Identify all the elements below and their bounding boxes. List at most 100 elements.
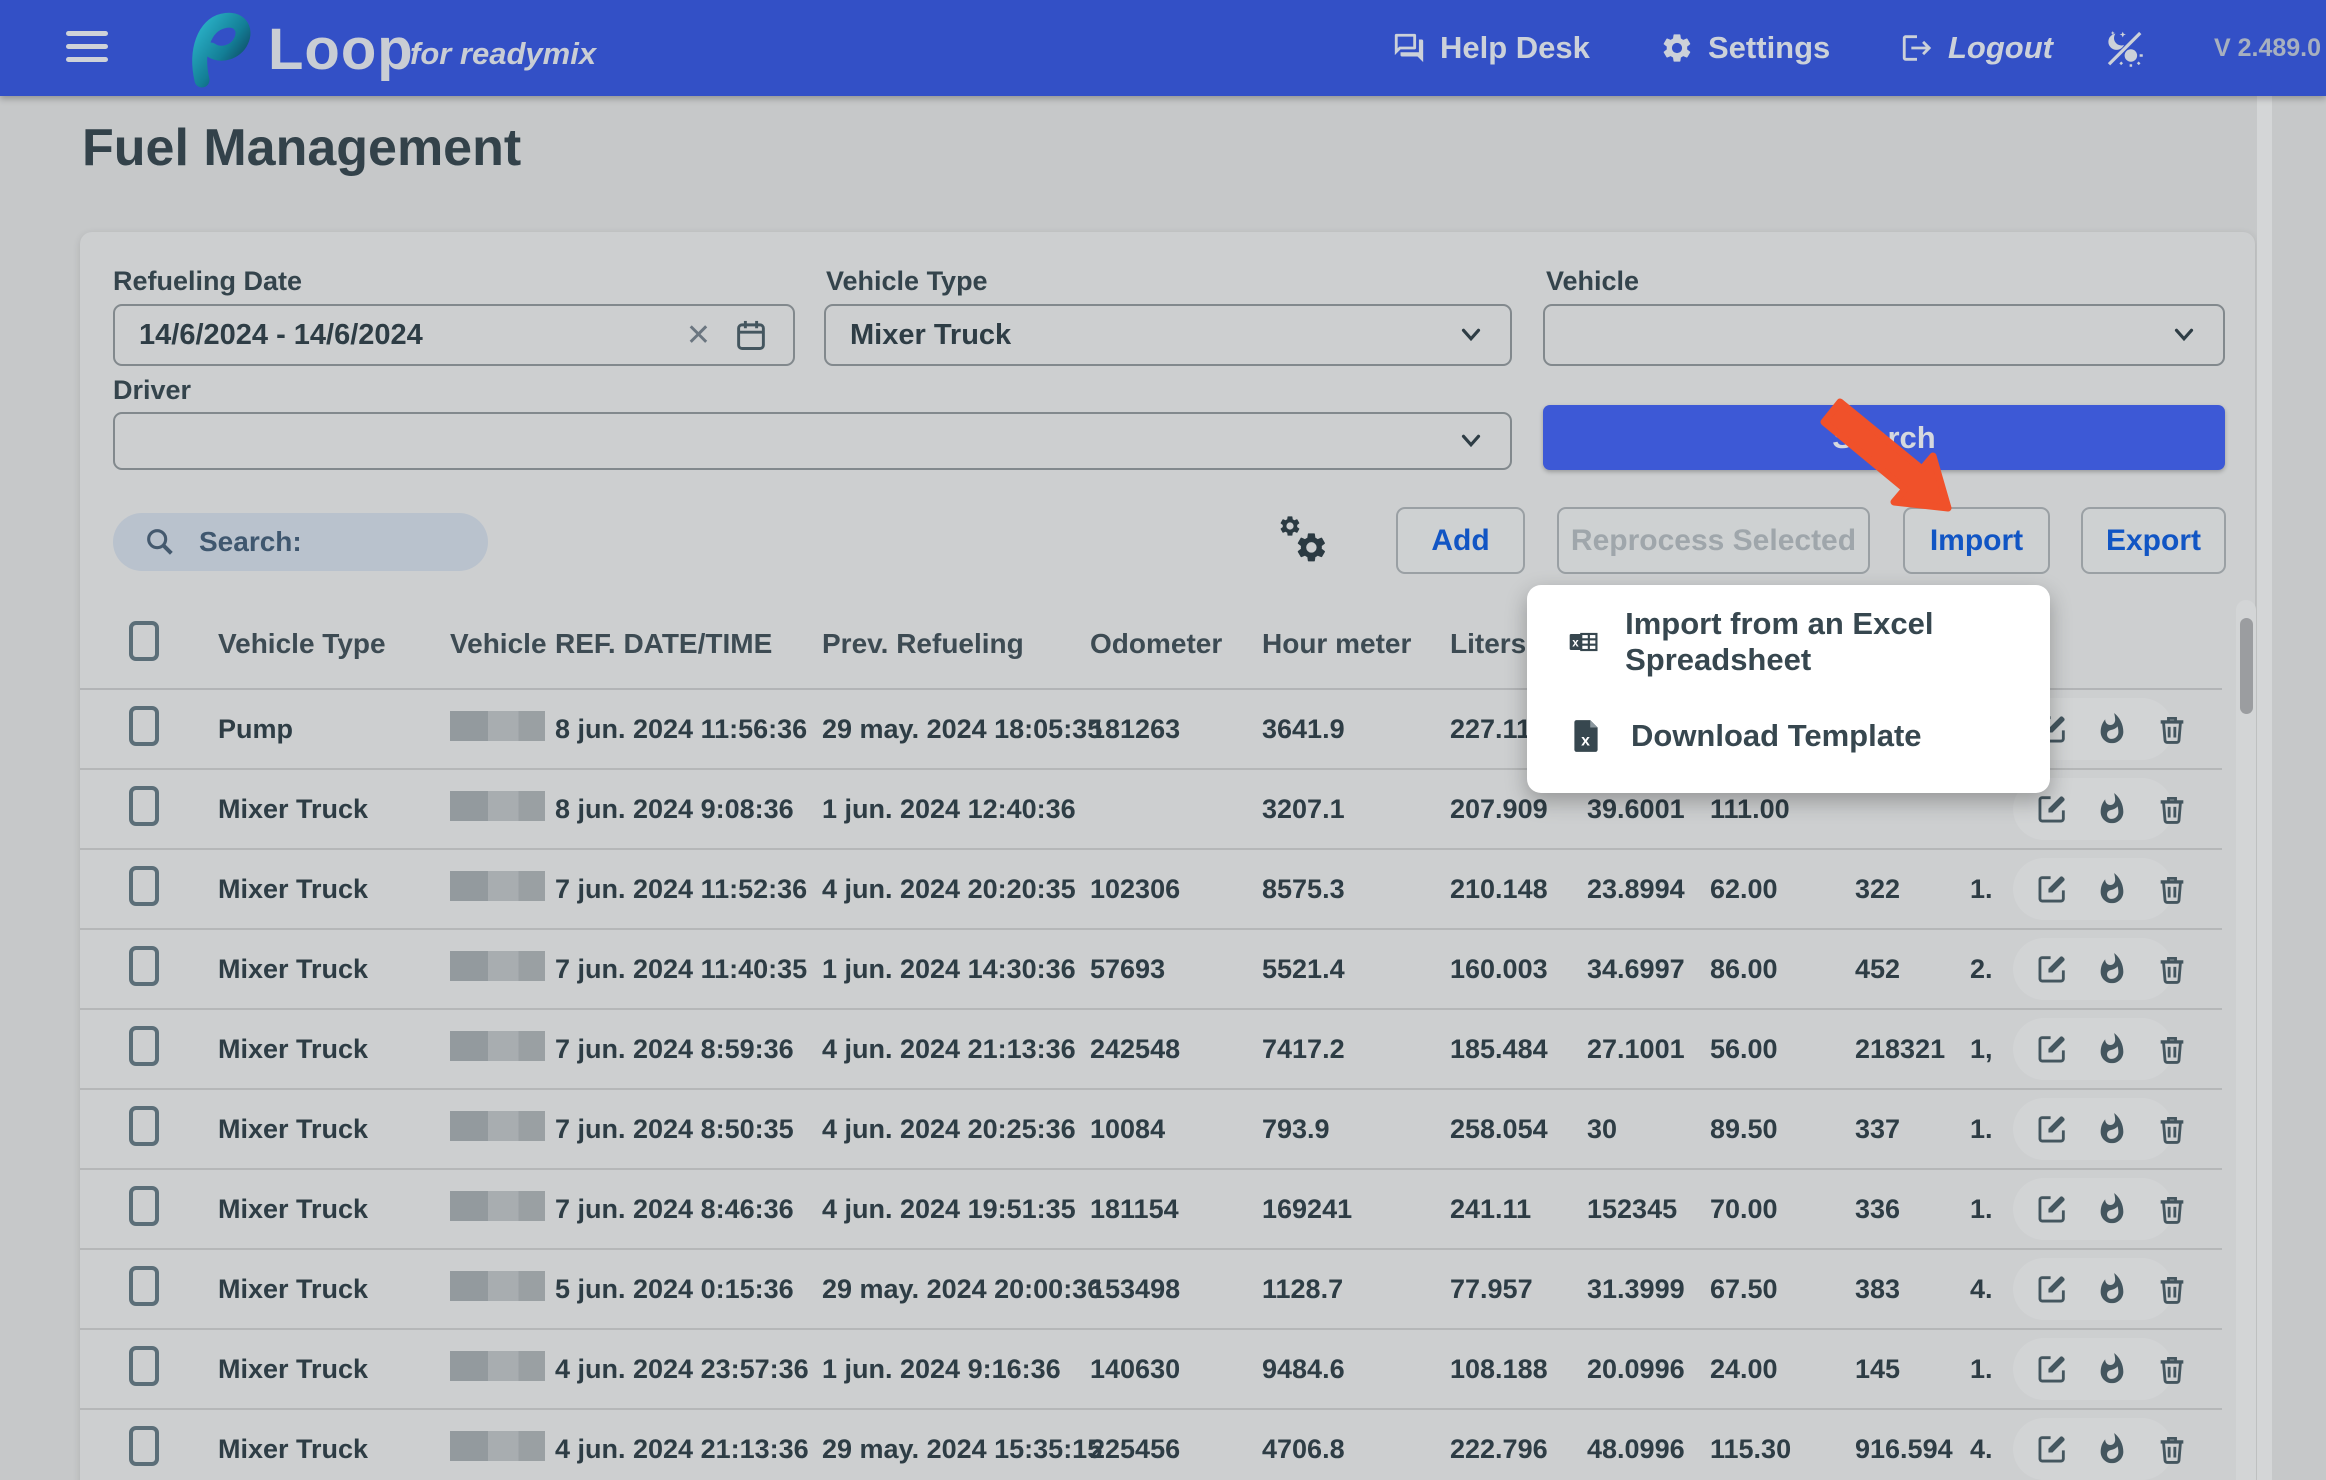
cell-prev-refueling: 1 jun. 2024 9:16:36	[822, 1354, 1090, 1385]
vehicle-select[interactable]	[1543, 304, 2225, 366]
cell-hour-meter: 3641.9	[1262, 714, 1450, 745]
column-header: REF. DATE/TIME	[555, 628, 822, 660]
cell-extra-a: 30	[1587, 1114, 1710, 1145]
add-button[interactable]: Add	[1396, 507, 1525, 574]
delete-icon[interactable]	[2155, 1032, 2189, 1066]
delete-icon[interactable]	[2155, 1432, 2189, 1466]
redacted-vehicle-id	[450, 1031, 545, 1061]
select-all-checkbox[interactable]	[129, 621, 159, 661]
cell-liters: 160.003	[1450, 954, 1587, 985]
row-checkbox[interactable]	[129, 1346, 159, 1386]
row-checkbox[interactable]	[129, 1426, 159, 1466]
menu-item-label: Import from an Excel Spreadsheet	[1625, 606, 2050, 678]
row-checkbox[interactable]	[129, 1266, 159, 1306]
delete-icon[interactable]	[2155, 872, 2189, 906]
row-checkbox[interactable]	[129, 1186, 159, 1226]
edit-icon[interactable]	[2035, 792, 2069, 826]
vehicle-type-select[interactable]: Mixer Truck	[824, 304, 1512, 366]
fuel-flame-icon[interactable]	[2095, 712, 2129, 746]
row-checkbox[interactable]	[129, 866, 159, 906]
cell-ref-datetime: 7 jun. 2024 11:40:35	[555, 954, 822, 985]
column-settings-icon[interactable]	[1276, 512, 1332, 568]
fuel-flame-icon[interactable]	[2095, 872, 2129, 906]
row-checkbox[interactable]	[129, 1026, 159, 1066]
nav-help-desk[interactable]: Help Desk	[1392, 0, 1590, 96]
delete-icon[interactable]	[2155, 792, 2189, 826]
cell-hour-meter: 8575.3	[1262, 874, 1450, 905]
delete-icon[interactable]	[2155, 1112, 2189, 1146]
fuel-flame-icon[interactable]	[2095, 1432, 2129, 1466]
fuel-flame-icon[interactable]	[2095, 1032, 2129, 1066]
edit-icon[interactable]	[2035, 1192, 2069, 1226]
fuel-flame-icon[interactable]	[2095, 792, 2129, 826]
edit-icon[interactable]	[2035, 1112, 2069, 1146]
table-row: Mixer Truck 5 jun. 2024 0:15:36 29 may. …	[80, 1250, 2222, 1330]
cell-extra-c: 452	[1855, 954, 1970, 985]
clear-date-icon[interactable]: ✕	[686, 318, 711, 353]
row-actions	[2013, 1178, 2173, 1240]
delete-icon[interactable]	[2155, 1192, 2189, 1226]
table-scrollbar-thumb[interactable]	[2240, 618, 2253, 714]
refueling-date-input[interactable]: 14/6/2024 - 14/6/2024 ✕	[113, 304, 795, 366]
edit-icon[interactable]	[2035, 952, 2069, 986]
top-nav: Loop for readymix Help Desk Settings Log…	[0, 0, 2326, 96]
cell-liters: 108.188	[1450, 1354, 1587, 1385]
nav-logout[interactable]: Logout	[1900, 0, 2053, 96]
cell-extra-a: 23.8994	[1587, 874, 1710, 905]
excel-table-icon: x	[1567, 623, 1599, 661]
cell-hour-meter: 793.9	[1262, 1114, 1450, 1145]
fuel-flame-icon[interactable]	[2095, 1112, 2129, 1146]
menu-item-import-excel[interactable]: x Import from an Excel Spreadsheet	[1527, 595, 2050, 689]
fuel-flame-icon[interactable]	[2095, 1352, 2129, 1386]
redacted-vehicle-id	[450, 1271, 545, 1301]
delete-icon[interactable]	[2155, 952, 2189, 986]
import-dropdown-menu: x Import from an Excel Spreadsheet x Dow…	[1527, 585, 2050, 793]
export-button[interactable]: Export	[2081, 507, 2226, 574]
import-button[interactable]: Import	[1903, 507, 2050, 574]
delete-icon[interactable]	[2155, 712, 2189, 746]
reprocess-selected-button[interactable]: Reprocess Selected	[1557, 507, 1870, 574]
calendar-icon[interactable]	[733, 317, 769, 353]
cell-extra-a: 34.6997	[1587, 954, 1710, 985]
brand-suffix: for readymix	[410, 36, 596, 72]
edit-icon[interactable]	[2035, 872, 2069, 906]
driver-select[interactable]	[113, 412, 1512, 470]
delete-icon[interactable]	[2155, 1352, 2189, 1386]
cell-extra-a: 27.1001	[1587, 1034, 1710, 1065]
row-actions	[2013, 1018, 2173, 1080]
row-checkbox[interactable]	[129, 1106, 159, 1146]
nav-settings[interactable]: Settings	[1660, 0, 1830, 96]
logout-icon	[1900, 31, 1934, 65]
page-scrollbar-track[interactable]	[2257, 96, 2272, 1480]
cell-extra-a: 48.0996	[1587, 1434, 1710, 1465]
table-scrollbar-track[interactable]	[2236, 600, 2256, 1480]
cell-ref-datetime: 8 jun. 2024 9:08:36	[555, 794, 822, 825]
edit-icon[interactable]	[2035, 1432, 2069, 1466]
menu-item-download-template[interactable]: x Download Template	[1527, 689, 2050, 783]
table-search-placeholder: Search:	[199, 526, 302, 558]
edit-icon[interactable]	[2035, 1352, 2069, 1386]
search-button[interactable]: Search	[1543, 405, 2225, 470]
edit-icon[interactable]	[2035, 1272, 2069, 1306]
vehicle-type-label: Vehicle Type	[826, 266, 988, 297]
table-search-input[interactable]: Search:	[113, 513, 488, 571]
fuel-flame-icon[interactable]	[2095, 1192, 2129, 1226]
cell-extra-c: 916.594	[1855, 1434, 1970, 1465]
table-row: Mixer Truck 7 jun. 2024 8:50:35 4 jun. 2…	[80, 1090, 2222, 1170]
row-checkbox[interactable]	[129, 706, 159, 746]
cell-hour-meter: 1128.7	[1262, 1274, 1450, 1305]
cell-hour-meter: 7417.2	[1262, 1034, 1450, 1065]
edit-icon[interactable]	[2035, 1032, 2069, 1066]
row-checkbox[interactable]	[129, 786, 159, 826]
row-checkbox[interactable]	[129, 946, 159, 986]
delete-icon[interactable]	[2155, 1272, 2189, 1306]
fuel-flame-icon[interactable]	[2095, 1272, 2129, 1306]
cell-ref-datetime: 7 jun. 2024 8:46:36	[555, 1194, 822, 1225]
cell-extra-a: 31.3999	[1587, 1274, 1710, 1305]
chevron-down-icon	[1456, 321, 1486, 349]
hamburger-menu-icon[interactable]	[66, 31, 108, 70]
fuel-flame-icon[interactable]	[2095, 952, 2129, 986]
theme-toggle[interactable]	[2104, 0, 2144, 96]
chevron-down-icon	[2169, 321, 2199, 349]
loop-logo-icon	[188, 8, 254, 90]
